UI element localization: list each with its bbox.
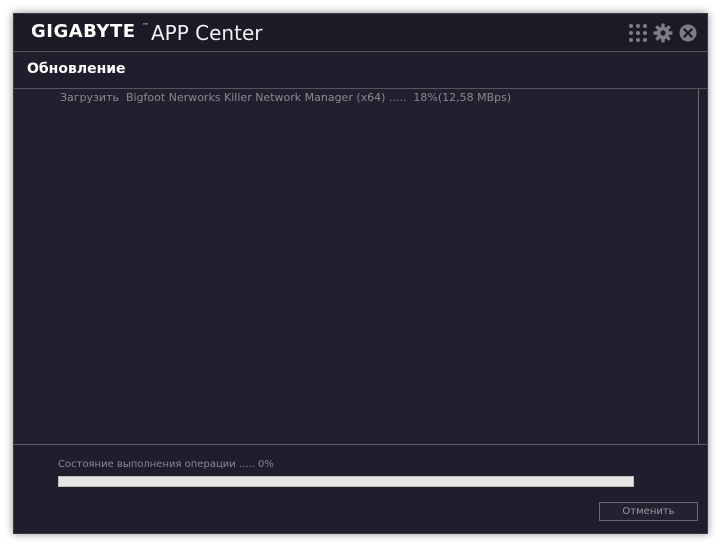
gear-icon[interactable]: [653, 23, 673, 43]
app-title: APP Center: [151, 21, 263, 45]
cancel-button[interactable]: Отменить: [599, 502, 698, 521]
gigabyte-logo: GIGABYTE: [31, 21, 136, 42]
title-divider: [14, 51, 707, 52]
grid-icon[interactable]: [628, 23, 648, 43]
trademark-mark: ™: [142, 22, 149, 30]
log-panel: [14, 89, 698, 444]
log-line: Загрузить Bigfoot Nerworks Killer Networ…: [60, 91, 512, 104]
page-title: Обновление: [27, 61, 126, 77]
scrollbar[interactable]: [698, 89, 699, 444]
title-bar: GIGABYTE ™ APP Center: [14, 14, 707, 52]
app-center-window: GIGABYTE ™ APP Center Обновление Загрузи…: [13, 13, 708, 534]
progress-bar: [58, 476, 634, 487]
footer-divider: [14, 444, 707, 445]
operation-status: Состояние выполнения операции ..... 0%: [58, 459, 274, 470]
close-icon[interactable]: [678, 23, 698, 43]
